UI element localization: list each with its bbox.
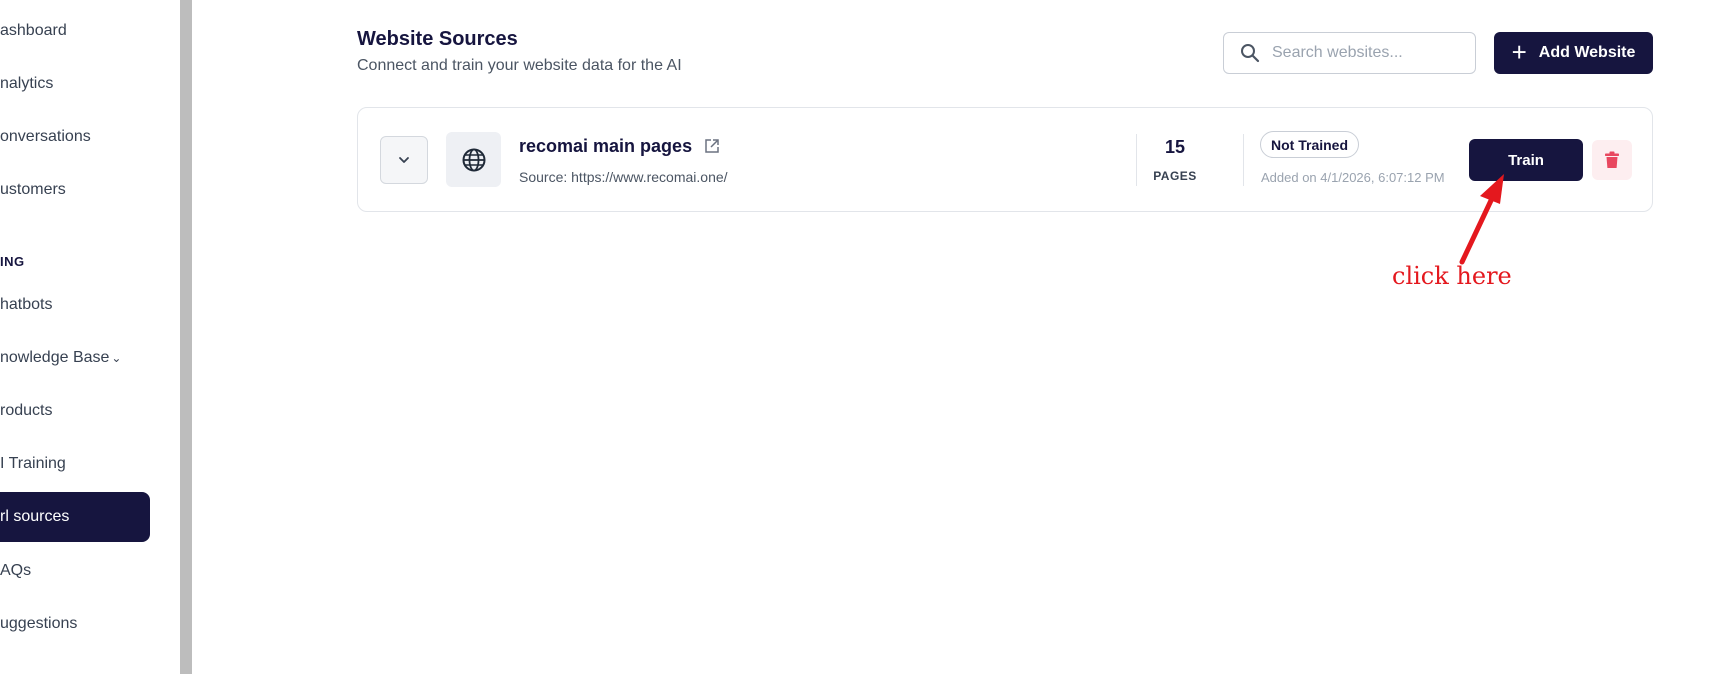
sidebar-item-label: ustomers [0,181,66,198]
status-badge: Not Trained [1260,131,1360,158]
add-website-label: Add Website [1538,44,1636,61]
sidebar-item-knowledge-base[interactable]: nowledge Base ⌄ [0,333,150,383]
sidebar-item-label: nowledge Base [0,349,110,366]
sidebar-item-label: hatbots [0,296,53,313]
sidebar-item-customers[interactable]: ustomers [0,165,150,215]
sidebar-item-label: rl sources [0,508,70,525]
sidebar-item-label: nalytics [0,75,54,92]
chevron-down-icon: ⌄ [111,351,122,365]
sidebar-item-label: onversations [0,128,91,145]
sidebar-item-ai-training[interactable]: I Training [0,439,150,489]
chevron-down-icon [399,157,409,163]
search-box[interactable] [1223,32,1476,74]
search-input[interactable] [1272,44,1462,62]
globe-icon-container [446,132,501,187]
sidebar-item-label: ashboard [0,22,67,39]
expand-button[interactable] [380,136,428,184]
sidebar-scrollbar[interactable] [180,0,192,674]
trash-icon [1605,151,1619,168]
source-name: recomai main pages [519,136,693,156]
page-subtitle: Connect and train your website data for … [357,57,682,74]
sidebar-item-analytics[interactable]: nalytics [0,59,150,109]
sidebar-item-suggestions[interactable]: uggestions [0,599,150,649]
source-url: Source: https://www.recomai.one/ [519,169,728,185]
plus-icon: + [1511,37,1527,67]
add-website-button[interactable]: + Add Website [1494,32,1653,74]
globe-icon [462,148,485,171]
page-title: Website Sources [357,28,518,50]
delete-button[interactable] [1592,140,1632,180]
sidebar-section-label: ING [0,254,25,269]
added-on-timestamp: Added on 4/1/2026, 6:07:12 PM [1261,170,1445,185]
card-divider [1243,134,1244,186]
search-icon [1241,44,1260,63]
sidebar-item-dashboard[interactable]: ashboard [0,6,150,56]
sidebar-item-label: AQs [0,562,32,579]
sidebar-item-faqs[interactable]: AQs [0,546,150,596]
sidebar-item-url-sources[interactable]: rl sources [0,492,150,542]
annotation-text: click here [1392,262,1512,290]
sidebar-item-label: roducts [0,402,53,419]
annotation-arrow [1459,174,1504,265]
sidebar-item-chatbots[interactable]: hatbots [0,280,150,330]
sidebar-item-label: uggestions [0,615,78,632]
card-divider [1136,134,1137,186]
external-link-icon[interactable] [704,138,720,154]
pages-label: PAGES [1153,169,1197,183]
sidebar-item-products[interactable]: roducts [0,386,150,436]
sidebar-item-conversations[interactable]: onversations [0,112,150,162]
sidebar: ashboard nalytics onversations ustomers … [0,0,180,674]
sidebar-item-label: I Training [0,455,66,472]
pages-count: 15 [1164,137,1186,157]
